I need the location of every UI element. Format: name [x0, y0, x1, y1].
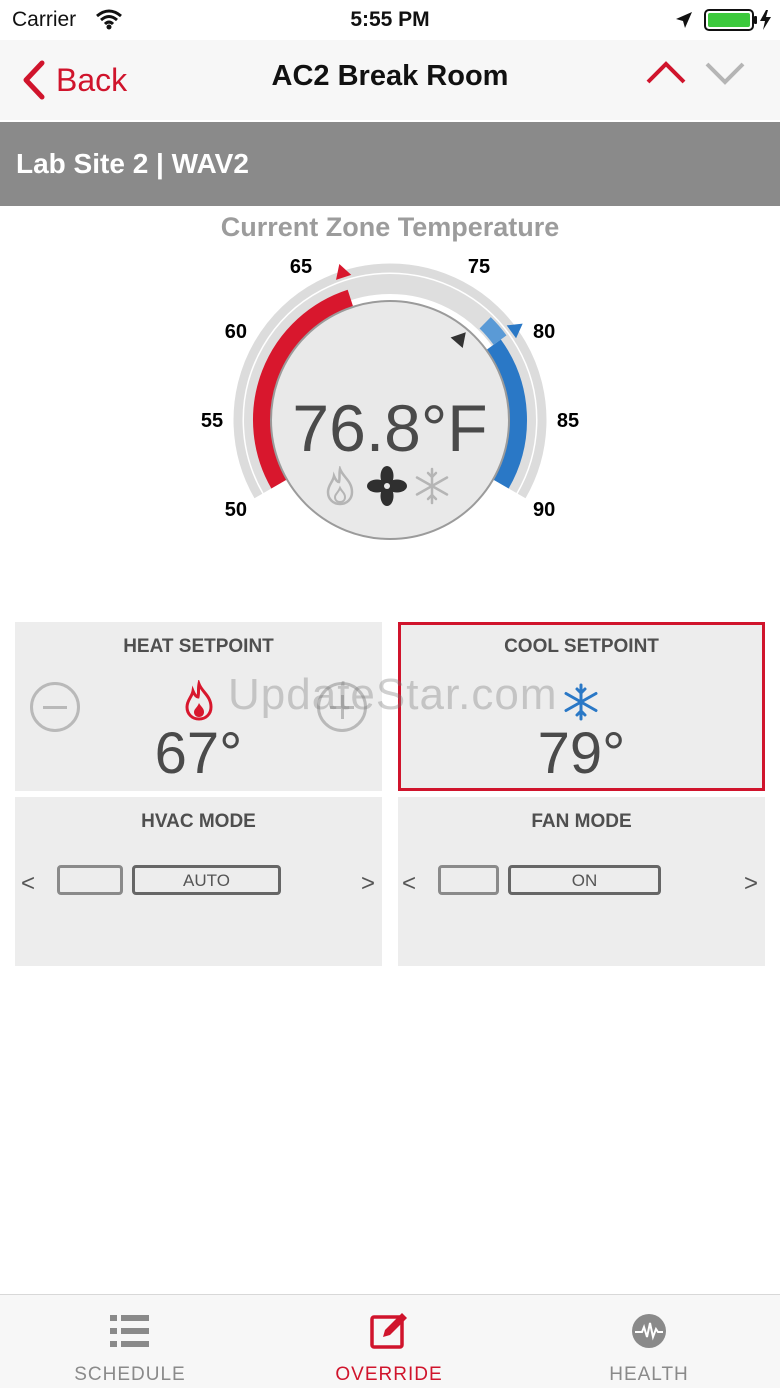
- site-label: Lab Site 2 | WAV2: [16, 148, 249, 179]
- tab-override[interactable]: OVERRIDE: [289, 1295, 489, 1388]
- cool-setpoint-value: 79°: [537, 721, 626, 786]
- site-header: Lab Site 2 | WAV2: [0, 122, 780, 206]
- cool-setpoint-panel[interactable]: COOL SETPOINT 79°: [398, 622, 765, 791]
- heat-setpoint-panel: HEAT SETPOINT 67°: [15, 622, 382, 791]
- heartbeat-icon: [632, 1314, 666, 1348]
- heat-flame-icon: [185, 680, 213, 721]
- fan-mode-prev-arrow[interactable]: <: [402, 870, 416, 898]
- fan-mode-prev-option[interactable]: [438, 865, 499, 895]
- status-bar: Carrier 5:55 PM: [0, 0, 780, 40]
- cool-snowflake-icon: [564, 683, 598, 721]
- chevron-left-icon: [23, 60, 45, 100]
- dial-scale-label: 60: [225, 321, 247, 343]
- edit-icon: [370, 1313, 407, 1349]
- fan-mode-panel: FAN MODE < ON >: [398, 797, 765, 966]
- fan-icon: [367, 466, 407, 506]
- dial-scale-label: 65: [290, 256, 312, 278]
- back-label: Back: [56, 61, 128, 98]
- current-temperature: 76.8°F: [292, 391, 488, 465]
- flame-icon: [326, 466, 354, 506]
- dial-scale-label: 50: [225, 499, 247, 521]
- tab-schedule[interactable]: SCHEDULE: [30, 1295, 230, 1388]
- location-arrow-icon: [676, 12, 692, 28]
- hvac-mode-prev-option[interactable]: [57, 865, 123, 895]
- zone-temperature-title: Current Zone Temperature: [220, 212, 560, 242]
- next-zone-chevron-down-icon[interactable]: [703, 56, 747, 90]
- tab-health[interactable]: HEALTH: [549, 1295, 749, 1388]
- fan-mode-title: FAN MODE: [531, 811, 632, 832]
- fan-mode-selected[interactable]: ON: [508, 865, 661, 895]
- hvac-mode-selected[interactable]: AUTO: [132, 865, 281, 895]
- hvac-mode-title: HVAC MODE: [141, 811, 256, 832]
- list-icon: [110, 1315, 149, 1347]
- hvac-mode-panel: HVAC MODE < AUTO >: [15, 797, 382, 966]
- navigation-bar: Back AC2 Break Room: [0, 40, 780, 120]
- previous-zone-chevron-up-icon[interactable]: [644, 56, 688, 90]
- tab-schedule-label: SCHEDULE: [74, 1364, 186, 1385]
- tab-bar: SCHEDULE OVERRIDE HEALTH: [0, 1294, 780, 1388]
- tab-health-label: HEALTH: [609, 1364, 689, 1385]
- heat-setpoint-value: 67°: [154, 721, 243, 786]
- cool-setpoint-title: COOL SETPOINT: [504, 636, 659, 657]
- heat-setpoint-title: HEAT SETPOINT: [123, 636, 274, 657]
- dial-scale-label: 75: [468, 256, 490, 278]
- hvac-mode-next-arrow[interactable]: >: [361, 870, 375, 898]
- dial-scale-label: 70: [379, 250, 401, 254]
- snowflake-icon: [415, 467, 449, 505]
- battery-icon: [704, 9, 771, 31]
- dial-scale-label: 80: [533, 321, 555, 343]
- hvac-mode-prev-arrow[interactable]: <: [21, 870, 35, 898]
- clock: 5:55 PM: [350, 8, 430, 31]
- dial-scale-label: 90: [533, 499, 555, 521]
- fan-mode-next-arrow[interactable]: >: [744, 870, 758, 898]
- back-button[interactable]: Back: [22, 56, 127, 104]
- tab-override-label: OVERRIDE: [335, 1364, 443, 1385]
